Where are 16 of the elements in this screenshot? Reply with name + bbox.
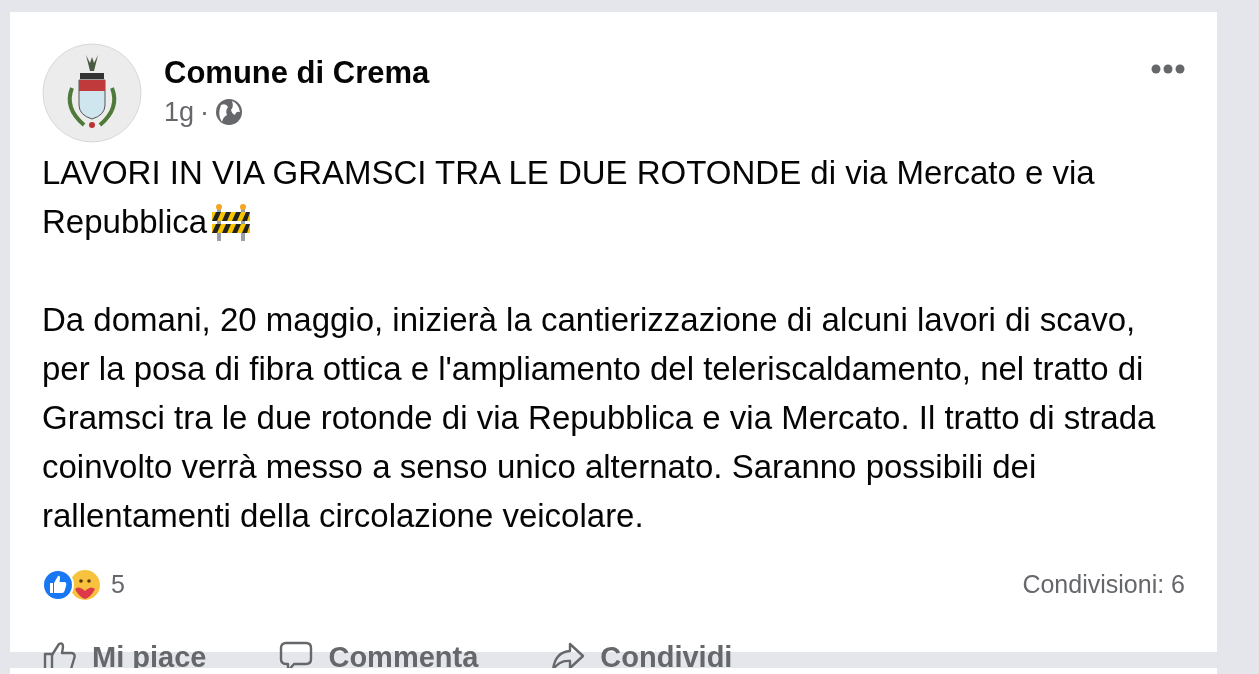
post-time[interactable]: 1g (164, 95, 195, 129)
comment-button[interactable]: Commenta (278, 635, 479, 674)
barrier-icon (211, 202, 252, 241)
author-name[interactable]: Comune di Crema (164, 53, 430, 93)
share-button[interactable]: Condividi (550, 635, 733, 674)
more-options-icon[interactable] (1151, 64, 1185, 74)
globe-icon (215, 98, 244, 126)
post-headline: Repubblica (42, 202, 208, 242)
like-reaction-icon (42, 568, 74, 601)
separator-dot: · (200, 96, 210, 129)
reaction-count[interactable]: 5 (111, 566, 125, 604)
care-reaction-icon (69, 568, 101, 601)
post-headline: LAVORI IN VIA GRAMSCI TRA LE DUE ROTONDE di via Mercato e via (42, 153, 1095, 193)
crest-avatar-icon (42, 43, 142, 143)
shares-count[interactable]: Condivisioni: 6 (1022, 566, 1185, 604)
post-body: Da domani, 20 maggio, inizierà la cantierizzazione di alcuni lavori di scavo, per la posa di fibra ottica e l'ampliamento del teleriscaldamento, nel tratto di Gramsci tra le due rotonde di via Repubblica e via Mercato. Il tratto di strada coinvolto verrà messo a senso unico alternato. Saranno possibili dei rallentamenti della circolazione veicolare. (42, 300, 1157, 536)
